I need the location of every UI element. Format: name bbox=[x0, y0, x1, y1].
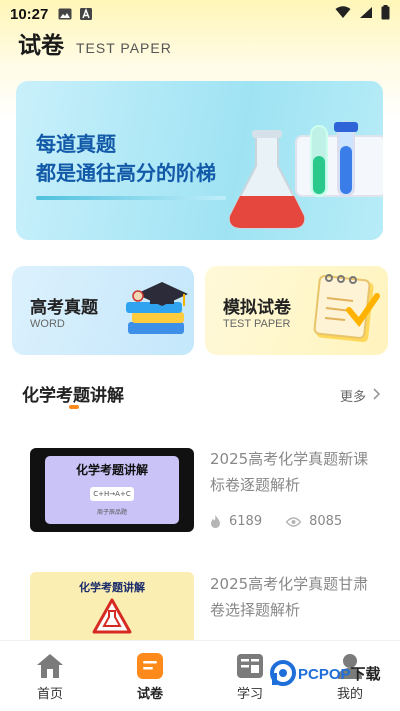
image-notification-icon bbox=[58, 8, 72, 20]
thumbnail-formula: C+H→A+C bbox=[90, 487, 134, 501]
pcpop-watermark: PCPOP下载 bbox=[270, 660, 381, 686]
nav-home-label: 首页 bbox=[36, 687, 63, 702]
battery-icon bbox=[381, 4, 390, 24]
nav-paper[interactable]: 试卷 bbox=[100, 641, 200, 711]
article-item[interactable]: 化学考题讲解 C+H→A+C 周子辰品题 2025高考化学真题新课标卷逐题解析 … bbox=[0, 446, 400, 536]
home-icon bbox=[37, 654, 63, 678]
wifi-icon bbox=[335, 5, 351, 23]
status-time: 10:27 bbox=[10, 5, 49, 23]
card-subtitle: TEST PAPER bbox=[223, 318, 291, 330]
article-title: 2025高考化学真题甘肃卷选择题解析 bbox=[210, 575, 369, 619]
thumbnail-title: 化学考题讲解 bbox=[75, 463, 148, 477]
pcpop-logo-icon bbox=[270, 660, 296, 686]
card-mock-exams[interactable]: 模拟试卷 TEST PAPER bbox=[205, 266, 388, 355]
checklist-notebook-icon bbox=[313, 274, 380, 343]
article-thumbnail: 化学考题讲解 C+H→A+C 周子辰品题 bbox=[30, 448, 194, 532]
study-icon bbox=[237, 654, 263, 678]
watermark-suffix: 下载 bbox=[350, 665, 381, 683]
page-title: 试卷 bbox=[18, 33, 64, 59]
books-graduation-cap-icon bbox=[126, 282, 188, 334]
section-title-underline bbox=[69, 405, 79, 409]
article-stats: 6189 8085 bbox=[210, 514, 366, 529]
card-title: 高考真题 bbox=[30, 298, 98, 318]
card-gaokao-exams[interactable]: 高考真题 WORD bbox=[12, 266, 194, 355]
article-thumbnail: 化学考题讲解 bbox=[30, 572, 194, 640]
thumbnail-caption: 周子辰品题 bbox=[96, 509, 127, 516]
warning-flask-icon bbox=[92, 598, 132, 634]
card-title: 模拟试卷 bbox=[223, 298, 291, 318]
nav-paper-label: 试卷 bbox=[136, 687, 163, 702]
a-notification-icon bbox=[80, 8, 93, 20]
views-count: 8085 bbox=[309, 514, 343, 529]
page-subtitle: TEST PAPER bbox=[76, 40, 172, 56]
watermark-brand: PCPOP bbox=[298, 665, 351, 683]
nav-home[interactable]: 首页 bbox=[0, 641, 100, 711]
more-link[interactable]: 更多 bbox=[340, 386, 381, 405]
section-title: 化学考题讲解 bbox=[22, 386, 124, 406]
article-item[interactable]: 化学考题讲解 2025高考化学真题甘肃卷选择题解析 bbox=[0, 569, 400, 640]
banner-indicator bbox=[36, 196, 226, 200]
signal-icon bbox=[359, 6, 373, 23]
flame-icon bbox=[211, 515, 220, 528]
article-title: 2025高考化学真题新课标卷逐题解析 bbox=[210, 450, 369, 494]
card-subtitle: WORD bbox=[30, 318, 65, 330]
status-bar: 10:27 bbox=[0, 0, 400, 28]
promo-banner[interactable]: 每道真题 都是通往高分的阶梯 bbox=[16, 81, 383, 240]
more-label: 更多 bbox=[340, 390, 367, 405]
page-header: 试卷 TEST PAPER bbox=[18, 26, 172, 60]
banner-line2: 都是通往高分的阶梯 bbox=[36, 161, 216, 185]
likes-count: 6189 bbox=[229, 514, 263, 529]
thumbnail-title: 化学考题讲解 bbox=[79, 581, 145, 594]
banner-line1: 每道真题 bbox=[36, 132, 116, 156]
chevron-right-icon bbox=[372, 387, 381, 404]
paper-icon bbox=[137, 653, 163, 679]
eye-icon bbox=[286, 516, 302, 527]
lab-flask-illustration bbox=[228, 121, 383, 229]
